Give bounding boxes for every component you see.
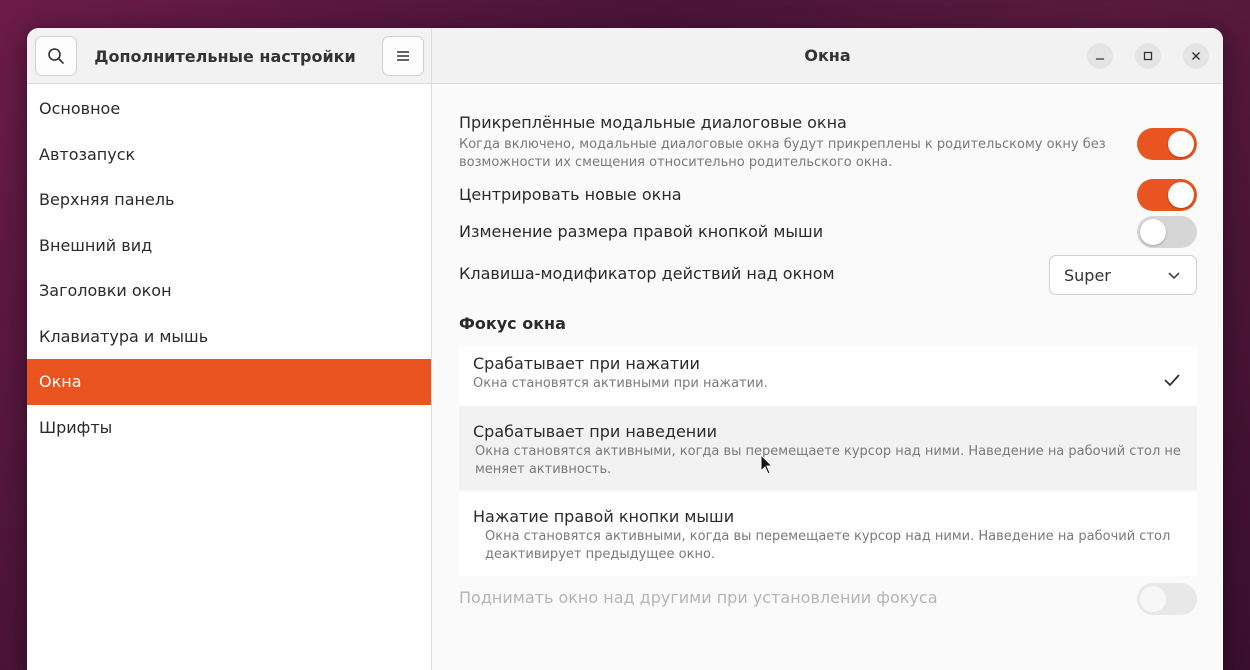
sidebar-title: Дополнительные настройки xyxy=(94,46,356,66)
focus-section-header: Фокус окна xyxy=(459,314,1197,333)
sidebar-header: Дополнительные настройки xyxy=(27,28,431,84)
setting-raise-on-focus: Поднимать окно над другими при установле… xyxy=(459,583,1197,620)
toggle-knob xyxy=(1140,219,1166,245)
sidebar-item-top-bar[interactable]: Верхняя панель xyxy=(27,177,431,223)
main-header: Окна xyxy=(432,28,1223,84)
sidebar-item-keyboard-mouse[interactable]: Клавиатура и мышь xyxy=(27,314,431,360)
setting-action-key: Клавиша-модификатор действий над окном S… xyxy=(459,255,1197,296)
attach-modal-dialogs-toggle[interactable] xyxy=(1137,128,1197,160)
page-title: Окна xyxy=(804,46,851,65)
menu-button[interactable] xyxy=(382,36,424,76)
setting-title: Изменение размера правой кнопкой мыши xyxy=(459,222,824,241)
mouse-cursor-icon xyxy=(760,454,774,475)
option-title: Нажатие правой кнопки мыши xyxy=(473,507,735,526)
checkmark-icon xyxy=(1164,374,1180,387)
setting-title: Поднимать окно над другими при установле… xyxy=(459,588,938,607)
chevron-down-icon xyxy=(1168,272,1180,280)
center-new-windows-toggle[interactable] xyxy=(1137,179,1197,211)
option-title: Срабатывает при нажатии xyxy=(473,354,700,373)
sidebar-item-autostart[interactable]: Автозапуск xyxy=(27,132,431,178)
sidebar-item-windows[interactable]: Окна xyxy=(27,359,431,405)
search-button[interactable] xyxy=(35,36,77,76)
maximize-button[interactable] xyxy=(1135,43,1161,69)
setting-title: Центрировать новые окна xyxy=(459,185,682,204)
focus-option-secondary-click[interactable]: Нажатие правой кнопки мыши Окна становят… xyxy=(459,492,1197,576)
dropdown-value: Super xyxy=(1064,265,1111,285)
app-window: Дополнительные настройки Основное Автоза… xyxy=(27,28,1223,670)
close-button[interactable] xyxy=(1183,43,1209,69)
toggle-knob xyxy=(1140,586,1166,612)
action-key-dropdown[interactable]: Super xyxy=(1049,255,1197,295)
setting-description: Когда включено, модальные диалоговые окн… xyxy=(459,137,1106,170)
raise-on-focus-toggle[interactable] xyxy=(1137,583,1197,615)
toggle-knob xyxy=(1168,131,1194,157)
setting-attach-modal-dialogs: Прикреплённые модальные диалоговые окна … xyxy=(459,113,1197,175)
setting-center-new-windows: Центрировать новые окна xyxy=(459,179,1197,217)
option-description: Окна становятся активными, когда вы пере… xyxy=(485,529,1171,562)
option-description: Окна становятся активными при нажатии. xyxy=(473,376,768,391)
sidebar-item-appearance[interactable]: Внешний вид xyxy=(27,223,431,269)
maximize-icon xyxy=(1143,51,1153,61)
search-icon xyxy=(48,48,64,64)
toggle-knob xyxy=(1168,182,1194,208)
close-icon xyxy=(1192,52,1200,60)
resize-secondary-click-toggle[interactable] xyxy=(1137,216,1197,248)
option-description: Окна становятся активными, когда вы пере… xyxy=(475,444,1181,477)
focus-option-click[interactable]: Срабатывает при нажатии Окна становятся … xyxy=(459,346,1197,406)
focus-option-hover[interactable]: Срабатывает при наведении Окна становятс… xyxy=(459,406,1197,490)
main-panel: Окна Прикреплённые модальные диалоговые … xyxy=(432,28,1223,670)
setting-title: Прикреплённые модальные диалоговые окна xyxy=(459,113,847,132)
hamburger-icon xyxy=(397,51,409,61)
sidebar-nav: Основное Автозапуск Верхняя панель Внешн… xyxy=(27,84,431,450)
section-title: Фокус окна xyxy=(459,314,566,333)
sidebar-item-window-titlebars[interactable]: Заголовки окон xyxy=(27,268,431,314)
minimize-icon xyxy=(1096,58,1104,60)
setting-resize-secondary-click: Изменение размера правой кнопкой мыши xyxy=(459,216,1197,254)
sidebar: Дополнительные настройки Основное Автоза… xyxy=(27,28,432,670)
option-title: Срабатывает при наведении xyxy=(473,422,718,441)
minimize-button[interactable] xyxy=(1087,43,1113,69)
sidebar-item-fonts[interactable]: Шрифты xyxy=(27,405,431,451)
sidebar-item-general[interactable]: Основное xyxy=(27,86,431,132)
